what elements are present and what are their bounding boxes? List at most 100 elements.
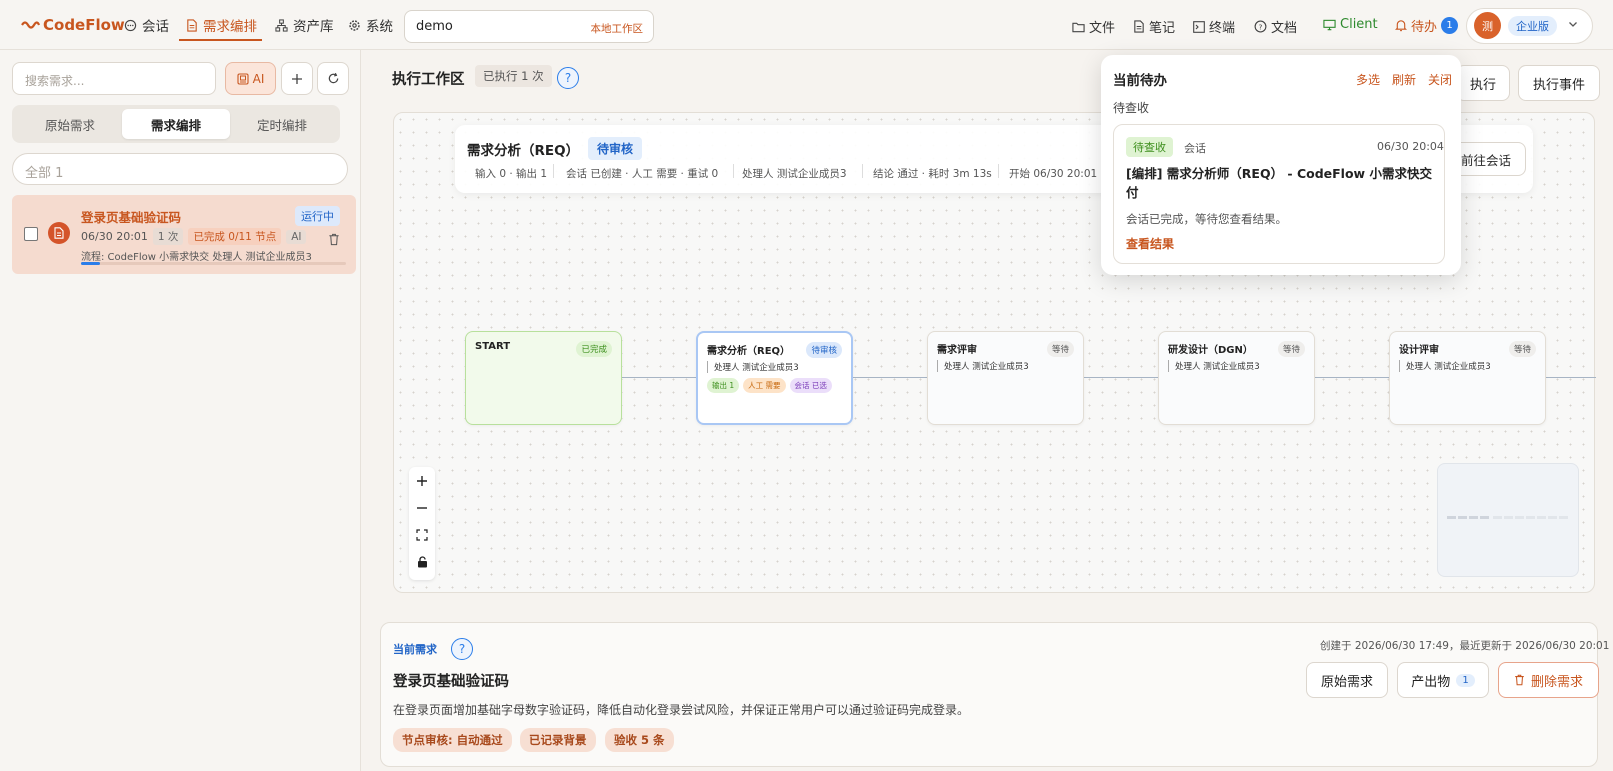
tool-todo-label: 待办 — [1411, 20, 1438, 35]
tab-raw-requirements[interactable]: 原始需求 — [16, 109, 124, 139]
node-status-badge: 等待 — [1508, 341, 1536, 357]
fit-view-icon[interactable] — [409, 522, 435, 548]
item-ai-tag: AI — [286, 229, 307, 244]
node-info-title: 需求分析（REQ） — [467, 143, 580, 159]
refresh-button[interactable] — [317, 62, 349, 95]
item-flow: 流程: CodeFlow 小需求快交 处理人 测试企业成员3 — [81, 248, 312, 263]
flow-node-design[interactable]: 研发设计（DGN） 等待 处理人 测试企业成员3 — [1158, 331, 1315, 425]
exec-count-badge: 已执行 1 次 — [475, 65, 552, 87]
node-info-io: 输入 0 · 输出 1 — [475, 168, 548, 180]
node-status-badge: 待审核 — [806, 342, 842, 358]
nav-assets[interactable]: 资产库 — [275, 15, 334, 35]
ai-button[interactable]: AI — [225, 62, 276, 95]
folder-icon — [1072, 22, 1085, 32]
search-input[interactable]: 搜索需求... — [12, 62, 216, 95]
workspace-selector[interactable]: demo 本地工作区 — [404, 10, 654, 43]
node-title: 需求评审 — [937, 345, 977, 356]
tool-client[interactable]: Client — [1323, 17, 1378, 32]
refresh-todo-button[interactable]: 刷新 — [1392, 71, 1416, 88]
item-title: 登录页基础验证码 — [81, 210, 182, 225]
tool-notes-label: 笔记 — [1149, 21, 1176, 36]
chevron-down-icon[interactable] — [1567, 18, 1579, 30]
todo-title: [编排] 需求分析师（REQ） - CodeFlow 小需求快交付 — [1126, 166, 1432, 200]
item-checkbox[interactable] — [24, 227, 38, 241]
node-info-owner: 处理人 测试企业成员3 — [742, 168, 847, 180]
todo-type: 会话 — [1184, 142, 1206, 155]
logo-icon — [21, 21, 40, 29]
help-icon[interactable]: ? — [557, 67, 579, 89]
nav-assets-label: 资产库 — [293, 19, 334, 35]
delete-label: 删除需求 — [1530, 674, 1583, 690]
search-placeholder: 搜索需求... — [25, 74, 85, 88]
node-owner: 处理人 测试企业成员3 — [937, 360, 1029, 372]
node-status-badge: 已完成 — [576, 341, 612, 357]
trash-icon[interactable] — [328, 233, 340, 246]
tool-notes[interactable]: 笔记 — [1133, 17, 1175, 36]
divider — [733, 164, 734, 178]
node-info-session: 会话 已创建 · 人工 需要 · 重试 0 — [566, 168, 719, 180]
zoom-out-icon[interactable] — [409, 495, 435, 521]
nav-chat[interactable]: 会话 — [124, 15, 169, 35]
tool-docs[interactable]: ? 文档 — [1254, 17, 1297, 36]
refresh-icon — [328, 72, 338, 84]
current-requirement-label: 当前需求 — [393, 643, 437, 656]
multi-select-button[interactable]: 多选 — [1356, 71, 1380, 88]
note-icon — [1134, 20, 1144, 33]
minimap[interactable] — [1437, 463, 1579, 577]
tab-scheduled[interactable]: 定时编排 — [228, 109, 336, 139]
edge-line — [1084, 377, 1158, 378]
exec-events-button[interactable]: 执行事件 — [1518, 65, 1600, 101]
status-badge: 运行中 — [295, 206, 340, 226]
flow-node-design-review[interactable]: 设计评审 等待 处理人 测试企业成员3 — [1389, 331, 1546, 425]
popover-title: 当前待办 — [1113, 73, 1167, 89]
node-tag: 人工 需要 — [743, 378, 786, 393]
avatar[interactable]: 测 — [1474, 12, 1501, 39]
todo-time: 06/30 20:04 — [1377, 140, 1444, 153]
requirement-chip: 节点审核: 自动通过 — [393, 728, 512, 752]
tool-terminal[interactable]: 终端 — [1193, 17, 1235, 36]
lock-icon[interactable] — [409, 549, 435, 575]
popover-section-label: 待查收 — [1113, 101, 1150, 115]
item-progress-text: 已完成 0/11 节点 — [188, 228, 282, 245]
node-title: START — [475, 341, 511, 352]
help-icon: ? — [1254, 20, 1267, 33]
item-meta: 06/30 20:01 1 次 已完成 0/11 节点 AI — [81, 228, 307, 245]
tool-docs-label: 文档 — [1271, 21, 1298, 36]
filter-select[interactable]: 全部 1 — [12, 153, 348, 185]
monitor-icon — [1323, 19, 1336, 30]
flow-node-review[interactable]: 需求评审 等待 处理人 测试企业成员3 — [927, 331, 1084, 425]
tool-files-label: 文件 — [1089, 21, 1116, 36]
item-progress-bar — [81, 262, 346, 265]
edge-line — [622, 377, 696, 378]
flow-node-req[interactable]: 需求分析（REQ） 待审核 处理人 测试企业成员3 输出 1 人工 需要 会话 … — [696, 331, 853, 425]
add-button[interactable] — [281, 62, 313, 95]
tool-todo[interactable]: 待办 1 — [1395, 16, 1459, 35]
sidebar-tabs: 原始需求 需求编排 定时编排 — [12, 105, 340, 143]
ai-label: AI — [252, 71, 265, 86]
artifacts-count-badge: 1 — [1456, 673, 1475, 687]
minimap-nodes — [1447, 516, 1568, 519]
tool-files[interactable]: 文件 — [1072, 17, 1115, 36]
close-popover-button[interactable]: 关闭 — [1428, 71, 1452, 88]
nav-system[interactable]: 系统 — [348, 15, 393, 35]
artifacts-button[interactable]: 产出物 1 — [1397, 662, 1489, 698]
logo[interactable]: CodeFlow — [20, 16, 125, 34]
svg-text:?: ? — [1259, 22, 1263, 31]
zoom-in-icon[interactable] — [409, 468, 435, 494]
help-icon[interactable]: ? — [451, 638, 473, 660]
workspace-tag: 本地工作区 — [590, 23, 644, 35]
item-runs: 1 次 — [152, 228, 184, 245]
delete-requirement-button[interactable]: 删除需求 — [1498, 662, 1599, 698]
tab-orchestration[interactable]: 需求编排 — [122, 109, 230, 139]
view-result-link[interactable]: 查看结果 — [1126, 235, 1174, 252]
nav-system-label: 系统 — [366, 19, 393, 35]
edge-line — [853, 377, 927, 378]
nav-orchestration-label: 需求编排 — [203, 19, 257, 35]
tool-terminal-label: 终端 — [1209, 21, 1236, 36]
raw-requirement-button[interactable]: 原始需求 — [1306, 662, 1388, 698]
execute-button[interactable]: 执行 — [1456, 65, 1510, 101]
artifacts-label: 产出物 — [1411, 674, 1451, 690]
chat-icon — [124, 19, 137, 31]
flow-node-start[interactable]: START 已完成 — [465, 331, 622, 425]
nav-orchestration[interactable]: 需求编排 — [186, 15, 257, 35]
